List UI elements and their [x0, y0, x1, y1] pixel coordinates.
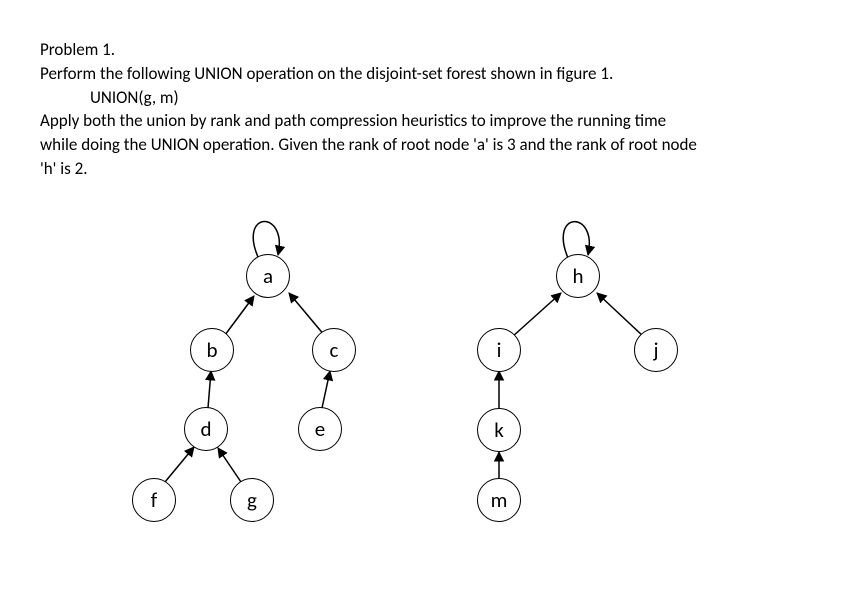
node-g-label: g — [247, 487, 257, 513]
node-e-label: e — [315, 416, 325, 442]
node-a: a — [246, 254, 290, 298]
node-e: e — [298, 407, 342, 451]
node-f: f — [132, 478, 176, 522]
problem-line2c: 'h' is 2. — [40, 157, 828, 181]
node-g: g — [230, 478, 274, 522]
node-d-label: d — [200, 416, 211, 442]
edge-g-d — [218, 448, 241, 482]
problem-line2b: while doing the UNION operation. Given t… — [40, 133, 828, 157]
edge-h-self — [563, 222, 589, 258]
node-m-label: m — [491, 487, 508, 513]
node-k-label: k — [494, 417, 504, 443]
problem-text: Problem 1. Perform the following UNION o… — [40, 38, 828, 181]
node-d: d — [184, 407, 228, 451]
edge-d-b — [208, 371, 211, 408]
problem-title: Problem 1. — [40, 38, 828, 62]
node-c: c — [312, 328, 356, 372]
node-b-label: b — [206, 337, 217, 363]
node-k: k — [477, 408, 521, 452]
node-h: h — [556, 254, 600, 298]
edge-j-h — [597, 293, 644, 337]
edge-c-a — [289, 293, 325, 336]
node-b: b — [190, 328, 234, 372]
problem-operation: UNION(g, m) — [90, 86, 828, 110]
node-c-label: c — [330, 337, 339, 363]
edge-a-self — [253, 221, 279, 257]
node-i-label: i — [497, 337, 502, 363]
node-i: i — [477, 328, 521, 372]
edge-f-d — [165, 447, 194, 482]
problem-line2a: Apply both the union by rank and path co… — [40, 109, 828, 133]
edge-e-c — [322, 371, 330, 408]
node-h-label: h — [572, 263, 583, 289]
node-a-label: a — [263, 263, 273, 289]
edge-i-h — [512, 293, 561, 337]
node-j-label: j — [653, 337, 658, 363]
node-j: j — [634, 328, 678, 372]
node-f-label: f — [151, 487, 157, 513]
edge-b-a — [222, 296, 254, 339]
problem-line1: Perform the following UNION operation on… — [40, 62, 828, 86]
node-m: m — [477, 478, 521, 522]
